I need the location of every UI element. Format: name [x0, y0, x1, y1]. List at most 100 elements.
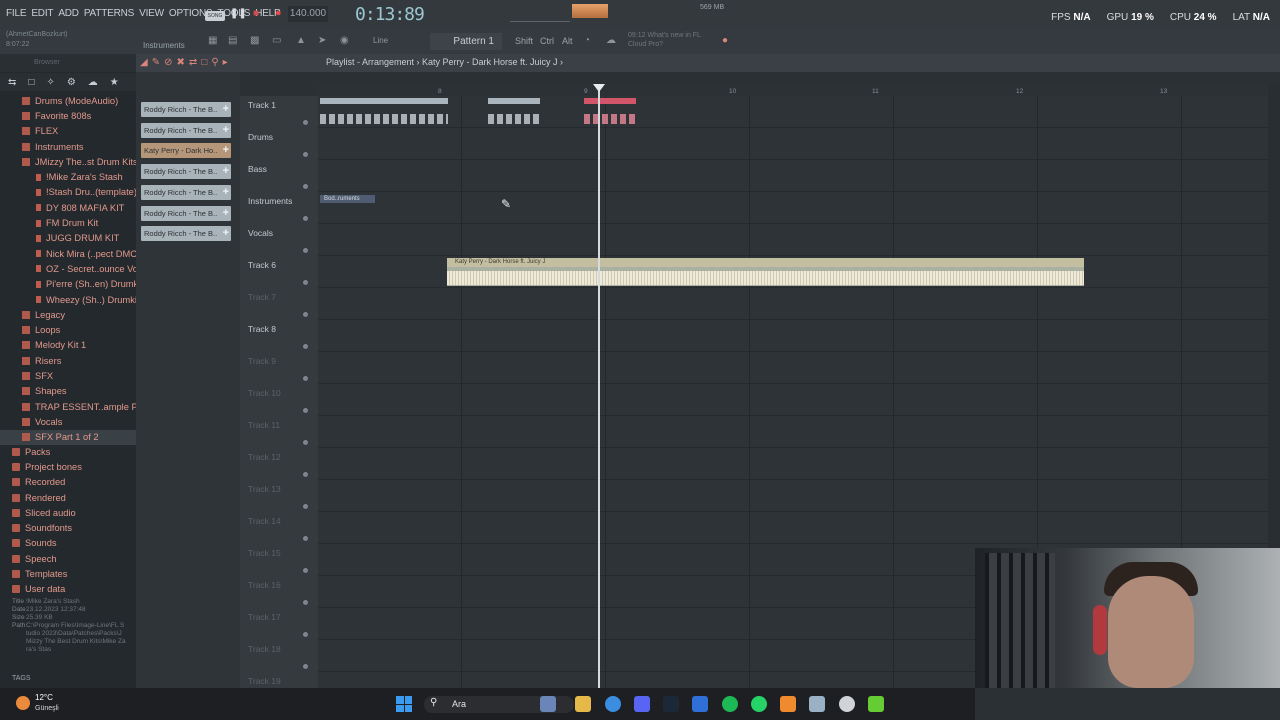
metronome-icon[interactable]: ◔ [584, 35, 590, 46]
track-name[interactable]: Track 8 [248, 324, 276, 334]
browser-folder[interactable]: OZ - Secret..ounce Vol.1 [0, 261, 136, 276]
browser-folder[interactable]: Risers [0, 353, 136, 368]
browser-folder[interactable]: !Mike Zara's Stash [0, 169, 136, 184]
channel-button[interactable]: Roddy Ricch - The B.. + [141, 164, 231, 180]
obs-icon[interactable] [839, 696, 855, 712]
browser-folder[interactable]: Pi'erre (Sh..en) Drumkit [0, 277, 136, 292]
track-name[interactable]: Track 17 [248, 612, 281, 622]
steam-icon[interactable] [663, 696, 679, 712]
stop-icon[interactable]: ■ [253, 8, 259, 19]
alt-button[interactable]: Alt [562, 36, 573, 46]
collapse-icon[interactable]: ⇆ [8, 77, 16, 88]
pattern-clip[interactable] [320, 98, 448, 104]
browser-root-folder[interactable]: User data [0, 582, 136, 597]
browser-root-folder[interactable]: Soundfonts [0, 520, 136, 535]
browser-folder[interactable]: DY 808 MAFIA KIT [0, 200, 136, 215]
fl-studio-icon[interactable] [780, 696, 796, 712]
track-name[interactable]: Track 10 [248, 388, 281, 398]
slip-icon[interactable]: ⇄ [189, 57, 201, 68]
channel-button[interactable]: Roddy Ricch - The B.. + [141, 102, 231, 117]
browser-root-folder[interactable]: Sounds [0, 536, 136, 551]
fl-cloud-icon[interactable]: ● [722, 35, 728, 46]
add-icon[interactable]: + [223, 185, 229, 200]
browser-folder[interactable]: Shapes [0, 384, 136, 399]
track-mute-led[interactable] [303, 216, 308, 221]
channel-button[interactable]: Roddy Ricch - The B.. + [141, 184, 231, 200]
track-mute-led[interactable] [303, 632, 308, 637]
discord-icon[interactable] [634, 696, 650, 712]
track-name[interactable]: Track 16 [248, 580, 281, 590]
weather-condition[interactable]: Güneşli [35, 705, 59, 712]
piano-roll-icon[interactable]: ▩ [250, 35, 259, 46]
track-mute-led[interactable] [303, 376, 308, 381]
browser-folder[interactable]: Loops [0, 322, 136, 337]
timeline-ruler[interactable] [318, 84, 1268, 96]
chrome-icon[interactable] [605, 696, 621, 712]
browser-folder[interactable]: SFX [0, 368, 136, 383]
menu-view[interactable]: VIEW [139, 8, 164, 19]
browser-root-folder[interactable]: Packs [0, 444, 136, 459]
menu-add[interactable]: ADD [58, 8, 79, 19]
browser-folder[interactable]: FLEX [0, 124, 136, 139]
track-name[interactable]: Track 18 [248, 644, 281, 654]
track-mute-led[interactable] [303, 408, 308, 413]
draw-icon[interactable]: ✎ [152, 57, 164, 68]
menu-edit[interactable]: EDIT [31, 8, 53, 19]
instruments-pattern-clip[interactable]: Bod..ruments [320, 195, 375, 203]
track-mute-led[interactable] [303, 472, 308, 477]
select-icon[interactable]: □ [201, 57, 211, 68]
browser-folder[interactable]: !Stash Dru..(template) [0, 185, 136, 200]
app3-icon[interactable] [868, 696, 884, 712]
pause-icon[interactable]: ❚❚ [230, 8, 247, 19]
settings-icon[interactable]: ⚙ [67, 77, 76, 88]
track-mute-led[interactable] [303, 600, 308, 605]
track-mute-led[interactable] [303, 504, 308, 509]
microphone-icon[interactable]: ◉ [340, 35, 349, 46]
track-mute-led[interactable] [303, 440, 308, 445]
track-mute-led[interactable] [303, 120, 308, 125]
browser-root-folder[interactable]: Templates [0, 566, 136, 581]
browser-folder[interactable]: SFX Part 1 of 2 [0, 429, 136, 445]
browser-folder[interactable]: Instruments [0, 139, 136, 154]
tempo-display[interactable]: 140.000 [288, 6, 328, 22]
whatsapp-icon[interactable] [751, 696, 767, 712]
track-name[interactable]: Track 14 [248, 516, 281, 526]
menu-file[interactable]: FILE [6, 8, 27, 19]
browser-folder[interactable]: FM Drum Kit [0, 215, 136, 230]
channel-button[interactable]: Roddy Ricch - The B.. + [141, 205, 231, 221]
track-name[interactable]: Bass [248, 164, 267, 174]
weather-temperature[interactable]: 12°C [35, 693, 53, 702]
playhead-marker[interactable] [593, 84, 605, 92]
track-mute-led[interactable] [303, 184, 308, 189]
track-mute-led[interactable] [303, 344, 308, 349]
file-icon[interactable]: □ [28, 77, 34, 88]
track-mute-led[interactable] [303, 280, 308, 285]
browser-folder[interactable]: JUGG DRUM KIT [0, 231, 136, 246]
record-icon[interactable]: ● [275, 7, 282, 19]
widgets-icon[interactable] [540, 696, 556, 712]
browser-folder[interactable]: TRAP ESSENT..ample Pack] [0, 399, 136, 414]
track-mute-led[interactable] [303, 568, 308, 573]
add-icon[interactable]: + [223, 143, 229, 158]
file-explorer-icon[interactable] [575, 696, 591, 712]
add-icon[interactable]: + [223, 206, 229, 221]
track-mute-led[interactable] [303, 312, 308, 317]
menu-patterns[interactable]: PATTERNS [84, 8, 134, 19]
browser-root-folder[interactable]: Rendered [0, 490, 136, 505]
track-mute-led[interactable] [303, 664, 308, 669]
add-icon[interactable]: + [223, 102, 229, 117]
playhead[interactable] [598, 84, 600, 688]
browser-folder[interactable]: Drums (ModeAudio) [0, 93, 136, 108]
browser-root-folder[interactable]: Project bones [0, 459, 136, 474]
track-mute-led[interactable] [303, 152, 308, 157]
ctrl-button[interactable]: Ctrl [540, 36, 554, 46]
app2-icon[interactable] [809, 696, 825, 712]
track-name[interactable]: Track 13 [248, 484, 281, 494]
arrow-right-icon[interactable]: ➤ [318, 35, 326, 46]
channel-button[interactable]: Katy Perry - Dark Ho.. + [141, 143, 231, 159]
track-name[interactable]: Instruments [248, 196, 292, 206]
track-name[interactable]: Track 12 [248, 452, 281, 462]
move-icon[interactable]: ✧ [46, 77, 54, 88]
spotify-icon[interactable] [722, 696, 738, 712]
sun-icon[interactable] [16, 696, 30, 710]
